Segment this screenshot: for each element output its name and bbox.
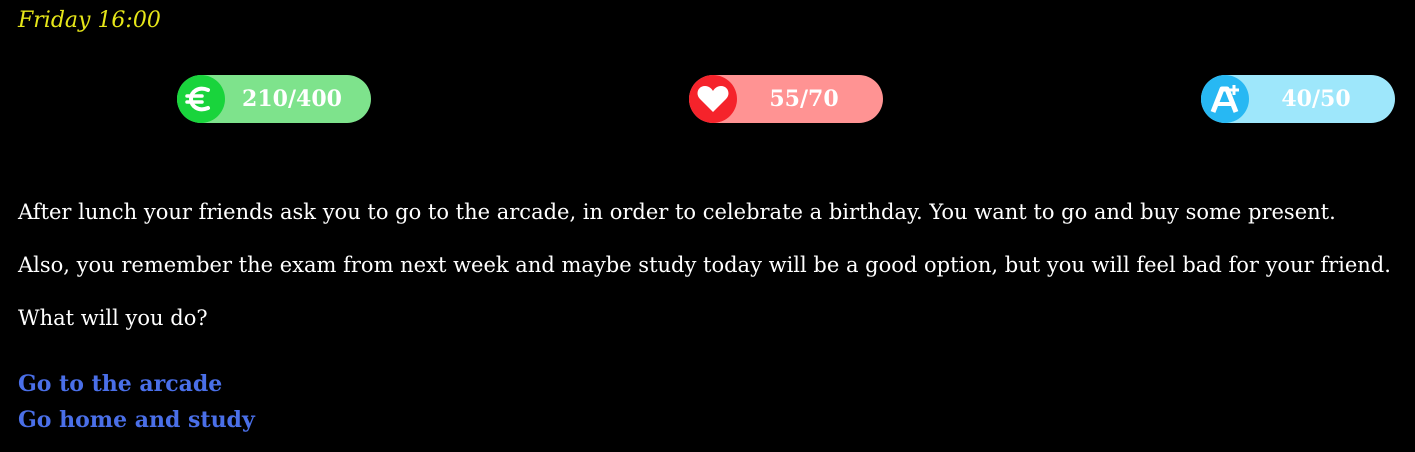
heart-icon xyxy=(689,75,737,123)
stats-bar: 210/400 55/70 40/50 xyxy=(0,75,1415,125)
story-text: After lunch your friends ask you to go t… xyxy=(18,200,1408,360)
grade-value: 40/50 xyxy=(1281,86,1351,112)
grade-a-plus-icon xyxy=(1201,75,1249,123)
health-value: 55/70 xyxy=(769,86,839,112)
story-question: What will you do? xyxy=(18,306,208,331)
health-stat: 55/70 xyxy=(689,75,883,123)
grade-stat: 40/50 xyxy=(1201,75,1395,123)
money-stat: 210/400 xyxy=(177,75,371,123)
choice-list: Go to the arcade Go home and study xyxy=(18,366,255,438)
choice-go-home-study-link[interactable]: Go home and study xyxy=(18,402,255,438)
money-value: 210/400 xyxy=(242,86,342,112)
euro-icon xyxy=(177,75,225,123)
story-paragraph: After lunch your friends ask you to go t… xyxy=(18,200,1336,224)
time-label: Friday 16:00 xyxy=(18,8,161,33)
choice-go-to-arcade-link[interactable]: Go to the arcade xyxy=(18,366,255,402)
story-paragraph: Also, you remember the exam from next we… xyxy=(18,253,1391,278)
